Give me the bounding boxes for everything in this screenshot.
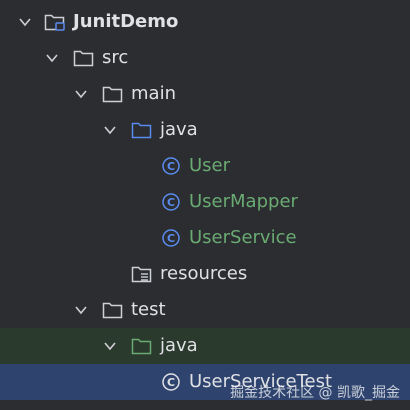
chevron-down-icon[interactable] bbox=[103, 339, 117, 353]
tree-label-test: test bbox=[131, 299, 166, 320]
tree-node-project[interactable]: JunitDemo bbox=[0, 4, 410, 40]
tree-node-main-java[interactable]: java bbox=[0, 112, 410, 148]
tree-label-user-service: UserService bbox=[189, 227, 297, 248]
chevron-down-icon[interactable] bbox=[103, 123, 117, 137]
tree-label-src: src bbox=[102, 47, 129, 68]
folder-icon bbox=[102, 302, 123, 319]
tree-node-test-java[interactable]: java bbox=[0, 328, 410, 364]
java-class-icon: C bbox=[162, 157, 180, 175]
tree-label-user-mapper: UserMapper bbox=[189, 191, 298, 212]
resources-folder-icon bbox=[131, 266, 152, 283]
svg-text:C: C bbox=[167, 160, 175, 173]
folder-icon bbox=[73, 50, 94, 67]
tree-node-user[interactable]: C User bbox=[0, 148, 410, 184]
tree-label-user: User bbox=[189, 155, 231, 176]
svg-text:C: C bbox=[167, 376, 175, 389]
source-root-folder-icon bbox=[131, 122, 152, 139]
tree-label-main-java: java bbox=[160, 119, 198, 140]
svg-text:C: C bbox=[167, 232, 175, 245]
tree-label-test-java: java bbox=[160, 335, 198, 356]
java-class-icon: C bbox=[162, 373, 180, 391]
project-tree: JunitDemo src main java C User C UserMap… bbox=[0, 4, 410, 400]
chevron-down-icon[interactable] bbox=[74, 303, 88, 317]
tree-node-test[interactable]: test bbox=[0, 292, 410, 328]
tree-label-project: JunitDemo bbox=[73, 11, 179, 32]
tree-label-resources: resources bbox=[160, 263, 248, 284]
java-class-icon: C bbox=[162, 229, 180, 247]
tree-node-user-service[interactable]: C UserService bbox=[0, 220, 410, 256]
tree-node-resources[interactable]: resources bbox=[0, 256, 410, 292]
watermark: 掘金技术社区 @ 凯歌_掘金 bbox=[230, 385, 400, 401]
chevron-down-icon[interactable] bbox=[18, 15, 32, 29]
project-module-icon bbox=[44, 14, 65, 31]
test-root-folder-icon bbox=[131, 338, 152, 355]
svg-text:C: C bbox=[167, 196, 175, 209]
tree-node-src[interactable]: src bbox=[0, 40, 410, 76]
chevron-down-icon[interactable] bbox=[74, 87, 88, 101]
chevron-down-icon[interactable] bbox=[45, 51, 59, 65]
tree-label-main: main bbox=[131, 83, 176, 104]
folder-icon bbox=[102, 86, 123, 103]
tree-node-main[interactable]: main bbox=[0, 76, 410, 112]
tree-node-user-mapper[interactable]: C UserMapper bbox=[0, 184, 410, 220]
java-class-icon: C bbox=[162, 193, 180, 211]
